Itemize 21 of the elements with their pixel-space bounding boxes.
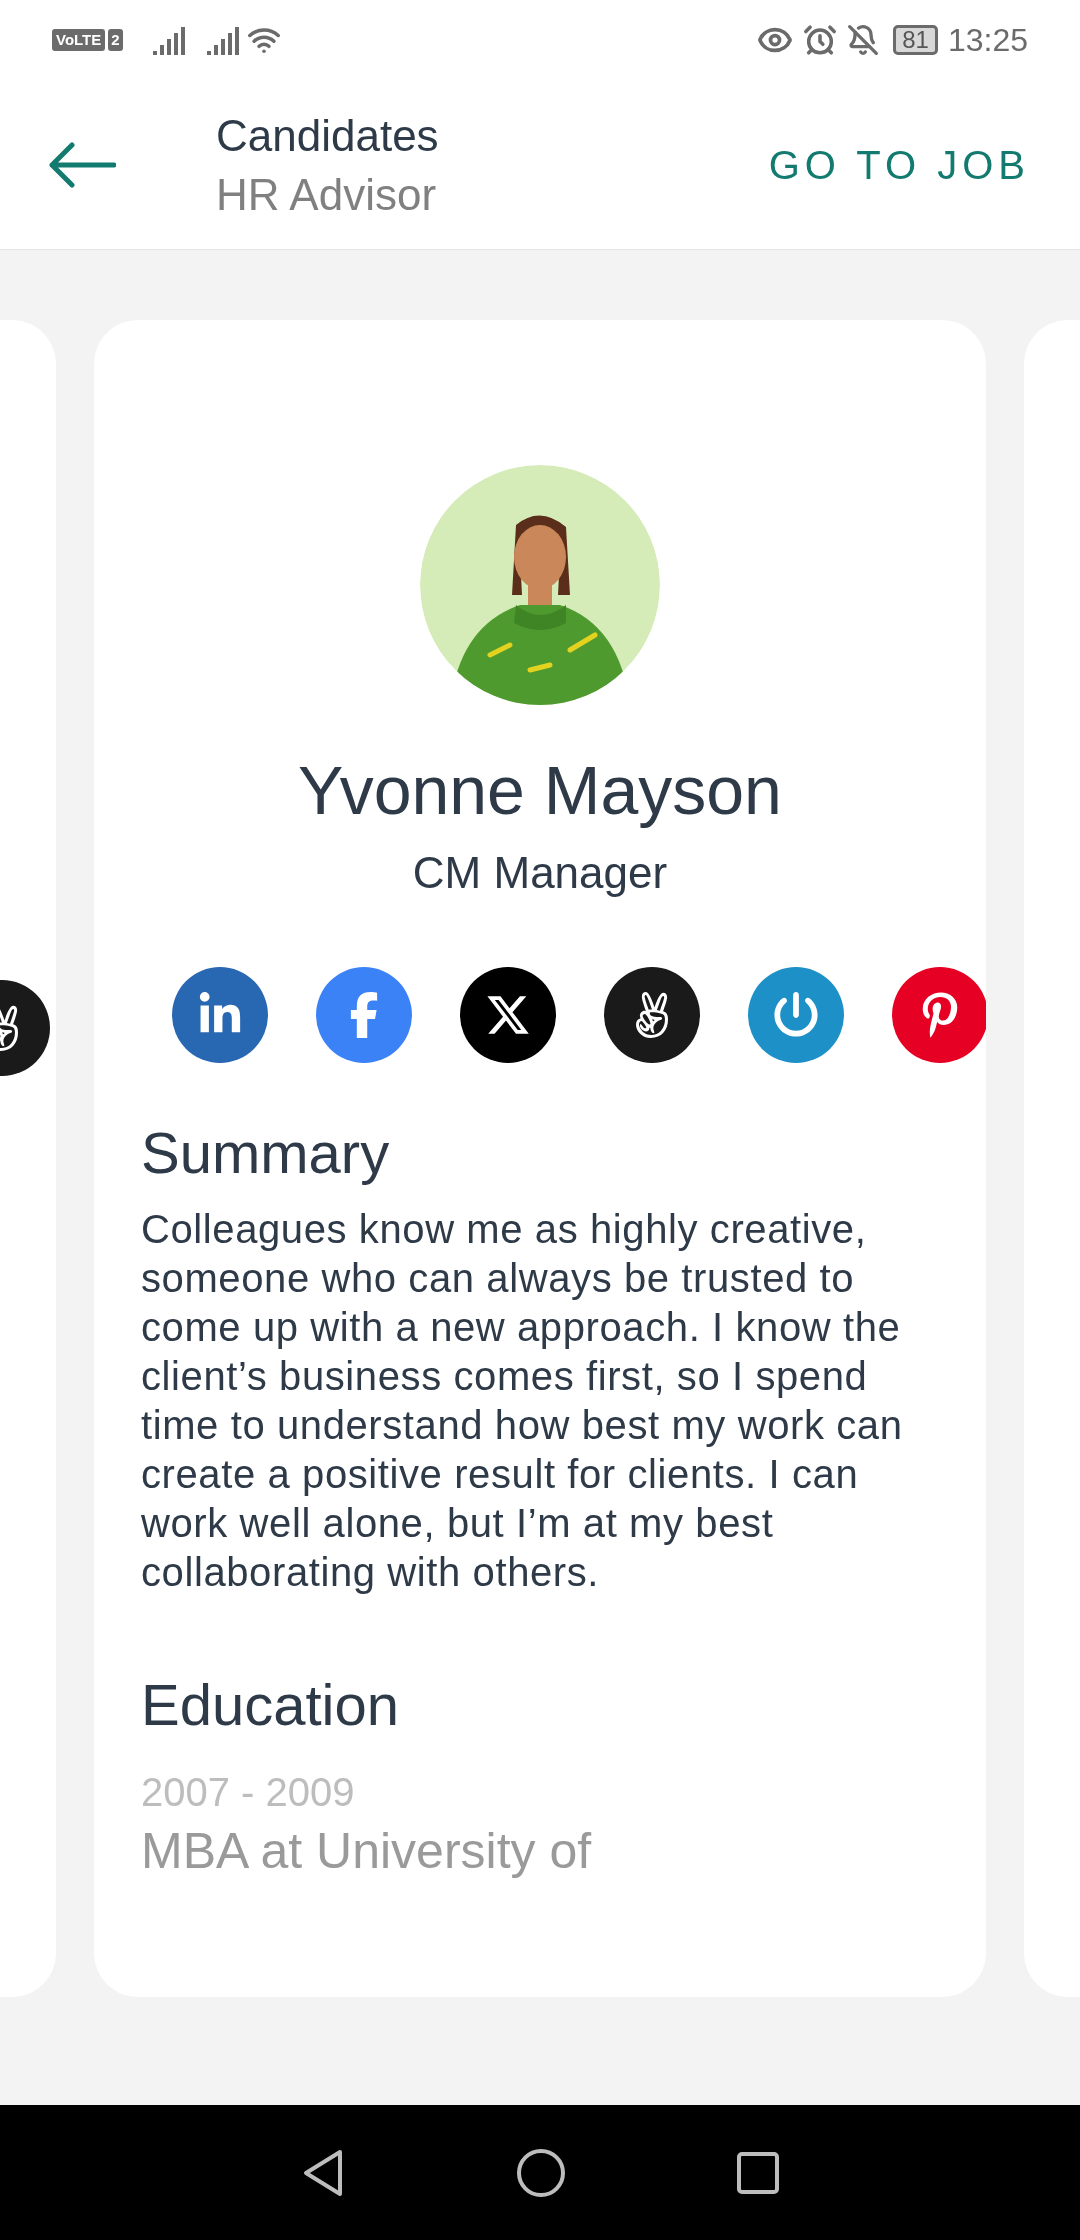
nav-recents-button[interactable] (736, 2150, 780, 2195)
alarm-icon (803, 23, 838, 57)
volte-indicator: VoLTE (52, 29, 106, 51)
clock: 13:25 (947, 21, 1028, 60)
bell-off-icon (847, 24, 880, 56)
signal-icon (152, 25, 187, 55)
education-title: MBA at University of (141, 1822, 593, 1881)
screen-title: Candidates (216, 109, 439, 162)
signal-icon (206, 25, 241, 55)
candidate-name: Yvonne Mayson (298, 751, 782, 830)
section-heading: Education (141, 1671, 400, 1739)
nav-home-button[interactable] (516, 2147, 566, 2198)
sim-indicator: 2 (108, 29, 123, 51)
go-to-job-button[interactable]: GO TO JOB (768, 134, 1030, 195)
job-subtitle: HR Advisor (216, 168, 438, 221)
section-heading: Summary (141, 1119, 391, 1187)
summary-text: Colleagues know me as highly creative, someone who can always be trusted to come up with a new approach. I know the client’s business comes first, so I spend time to understand how best my work can create a positive result for clients. I can work well alone, but I’m at my best collaborating with others. (141, 1206, 904, 1596)
candidate-role: CM Manager (412, 847, 668, 899)
battery-indicator: 81 (893, 25, 938, 55)
education-years: 2007 - 2009 (141, 1769, 356, 1816)
back-arrow-icon (48, 140, 116, 189)
